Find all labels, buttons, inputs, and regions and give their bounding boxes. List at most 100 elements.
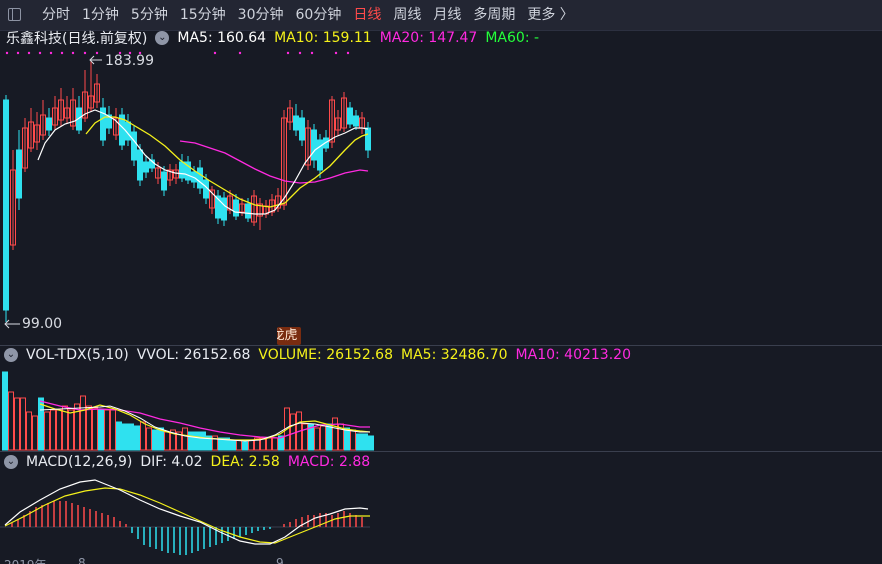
- volume-bar: [104, 409, 110, 451]
- candle: [58, 88, 64, 126]
- candle: [106, 106, 112, 134]
- candle: [10, 150, 16, 250]
- candle: [131, 126, 137, 166]
- candle-body: [46, 117, 52, 131]
- stock-chart-app: 分时 1分钟 5分钟 15分钟 30分钟 60分钟 日线 周线 月线 多周期 更…: [0, 0, 882, 564]
- candle: [16, 130, 22, 210]
- candle-body: [299, 117, 305, 141]
- candle: [221, 192, 227, 226]
- candle: [197, 160, 203, 194]
- candle: [173, 164, 179, 184]
- volume-bar: [182, 427, 188, 451]
- candle: [317, 134, 323, 178]
- candle-body: [317, 139, 323, 171]
- chart-canvas: [0, 51, 374, 555]
- date-label-year: 2019年: [4, 556, 47, 564]
- candle-body: [16, 149, 22, 199]
- volume-bar: [50, 409, 56, 451]
- volume-bar: [314, 427, 320, 451]
- candle: [34, 112, 40, 150]
- volume-bar: [356, 433, 362, 451]
- volume-bar: [20, 397, 26, 451]
- candle: [305, 120, 311, 170]
- volume-bar: [362, 433, 368, 451]
- date-label-sep: 9: [276, 556, 284, 564]
- volume-bar: [248, 439, 254, 451]
- high-price-marker: [89, 55, 102, 65]
- candle: [40, 100, 46, 140]
- candle: [100, 98, 106, 146]
- low-price-label: 99.00: [22, 316, 63, 332]
- volume-bar: [200, 431, 206, 451]
- volume-bar: [368, 435, 374, 451]
- macd-title: MACD(12,26,9): [26, 454, 133, 470]
- volume-bar: [116, 421, 122, 451]
- vvol-value: VVOL: 26152.68: [136, 347, 251, 363]
- volume-bar: [326, 423, 332, 451]
- candle-body: [131, 131, 137, 161]
- candle: [287, 100, 293, 130]
- candle: [215, 190, 221, 224]
- candle: [293, 104, 299, 136]
- candle: [167, 164, 173, 186]
- candle: [113, 108, 119, 140]
- candle-body: [161, 171, 167, 191]
- candle: [88, 60, 94, 112]
- candle: [209, 186, 215, 214]
- volume-bar: [266, 437, 272, 451]
- candle: [28, 108, 34, 152]
- volume-bar: [92, 407, 98, 451]
- candle-body: [365, 127, 371, 151]
- candle: [22, 118, 28, 172]
- volume-bar: [152, 429, 158, 451]
- candle: [251, 190, 257, 226]
- volume-bar: [344, 427, 350, 451]
- volume-value: VOLUME: 26152.68: [258, 347, 393, 363]
- volume-bar: [8, 391, 14, 451]
- candle-body: [143, 161, 149, 173]
- candle: [347, 102, 353, 128]
- volume-bar: [272, 437, 278, 451]
- candle: [299, 110, 305, 146]
- candle-body: [233, 199, 239, 217]
- candle: [64, 96, 70, 124]
- candle: [359, 112, 365, 134]
- volume-bar: [332, 417, 338, 451]
- volume-bar: [32, 415, 38, 451]
- macd-legend: ⌄ MACD(12,26,9) DIF: 4.02 DEA: 2.58 MACD…: [4, 452, 370, 472]
- candle-body: [137, 149, 143, 181]
- candle: [76, 96, 82, 134]
- volume-bars: [2, 371, 374, 451]
- volume-bar: [26, 411, 32, 451]
- volume-bar: [98, 409, 104, 451]
- high-price-label: 183.99: [105, 53, 154, 69]
- candle-body: [197, 167, 203, 189]
- candle-body: [311, 129, 317, 161]
- volume-ma10-value: MA10: 40213.20: [515, 347, 631, 363]
- volume-bar: [188, 431, 194, 451]
- candle: [269, 194, 275, 216]
- volume-bar: [80, 395, 86, 451]
- volume-bar: [68, 409, 74, 451]
- candle: [70, 88, 76, 130]
- volume-bar: [86, 405, 92, 451]
- volume-bar: [110, 409, 116, 451]
- volume-bar: [44, 411, 50, 451]
- volume-indicator-toggle-icon[interactable]: ⌄: [4, 348, 18, 362]
- candle: [179, 154, 185, 182]
- macd-macd-value: MACD: 2.88: [287, 454, 371, 470]
- volume-bar: [302, 423, 308, 451]
- low-price-marker: [4, 319, 20, 329]
- candle: [335, 110, 341, 136]
- dragon-tiger-badge[interactable]: 龙虎榜: [277, 327, 301, 345]
- volume-bar: [140, 421, 146, 451]
- volume-ma5-value: MA5: 32486.70: [401, 347, 508, 363]
- volume-bar: [350, 429, 356, 451]
- volume-bar: [146, 427, 152, 451]
- candle: [353, 110, 359, 130]
- candle: [311, 124, 317, 168]
- volume-bar: [134, 425, 140, 451]
- macd-indicator-toggle-icon[interactable]: ⌄: [4, 455, 18, 469]
- date-label-aug: 8: [78, 556, 86, 564]
- candle: [46, 108, 52, 136]
